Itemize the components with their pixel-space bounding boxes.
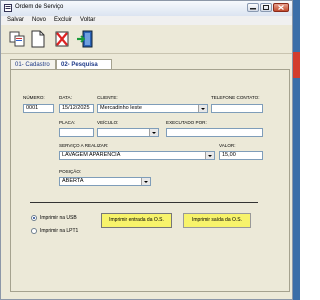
placa-label: PLACA: — [59, 120, 76, 125]
servico-combo[interactable]: LAVAGEM APARÊNCIA — [59, 151, 215, 160]
posicao-label: POSIÇÃO: — [59, 169, 82, 174]
posicao-dropdown-arrow[interactable] — [141, 178, 150, 185]
chevron-down-icon — [144, 180, 148, 183]
menu-salvar[interactable]: Salvar — [7, 16, 24, 25]
chevron-down-icon — [201, 107, 205, 110]
background-shape — [293, 52, 300, 78]
radio-usb-label: Imprimir na USB — [40, 215, 77, 221]
veiculo-combo[interactable] — [97, 128, 159, 137]
menu-bar: Salvar Novo Excluir Voltar — [1, 16, 292, 25]
cliente-combo[interactable]: Mercadinho leste — [97, 104, 208, 113]
executado-label: EXECUTADO POR: — [166, 120, 207, 125]
veiculo-label: VEÍCULO: — [97, 120, 119, 125]
maximize-button[interactable] — [260, 3, 272, 12]
new-document-icon[interactable] — [28, 29, 48, 49]
menu-excluir[interactable]: Excluir — [54, 16, 72, 25]
window-title: Ordem de Serviço — [15, 4, 64, 10]
menu-novo[interactable]: Novo — [32, 16, 46, 25]
close-icon — [278, 5, 284, 10]
toolbar — [1, 25, 292, 54]
radio-usb[interactable] — [31, 215, 37, 221]
cliente-value: Mercadinho leste — [100, 105, 142, 111]
telefone-label: TELEFONE CONTATO: — [211, 95, 260, 100]
tab-panel: NÚMERO: DATA: CLIENTE: TELEFONE CONTATO:… — [10, 69, 290, 292]
placa-field[interactable] — [59, 128, 94, 137]
data-label: DATA: — [59, 95, 72, 100]
exit-icon[interactable] — [75, 29, 95, 49]
close-button[interactable] — [273, 3, 289, 12]
servico-dropdown-arrow[interactable] — [205, 152, 214, 159]
executado-field[interactable] — [166, 128, 263, 137]
numero-field[interactable]: 0001 — [23, 104, 54, 113]
radio-lpt1-label: Imprimir na LPT1 — [40, 228, 79, 234]
servico-label: SERVIÇO A REALIZAR: — [59, 143, 109, 148]
posicao-combo[interactable]: ABERTA — [59, 177, 151, 186]
main-window: Ordem de Serviço Salvar Novo Excluir Vol… — [0, 0, 293, 300]
data-field[interactable]: 15/12/2025 — [59, 104, 94, 113]
valor-field[interactable]: 15,00 — [219, 151, 263, 160]
maximize-icon — [263, 5, 269, 10]
telefone-field[interactable] — [211, 104, 263, 113]
delete-icon[interactable] — [52, 29, 72, 49]
app-icon — [4, 4, 12, 12]
minimize-button[interactable] — [247, 3, 259, 12]
title-bar[interactable]: Ordem de Serviço — [1, 1, 292, 17]
print-entrada-button[interactable]: Imprimir entrada da O.S. — [101, 213, 172, 228]
print-saida-button[interactable]: Imprimir saída da O.S. — [183, 213, 251, 228]
minimize-icon — [250, 8, 256, 10]
valor-label: VALOR: — [219, 143, 236, 148]
servico-value: LAVAGEM APARÊNCIA — [62, 152, 121, 158]
chevron-down-icon — [152, 131, 156, 134]
radio-lpt1[interactable] — [31, 228, 37, 234]
numero-label: NÚMERO: — [23, 95, 45, 100]
cliente-dropdown-arrow[interactable] — [198, 105, 207, 112]
posicao-value: ABERTA — [62, 178, 84, 184]
chevron-down-icon — [208, 154, 212, 157]
veiculo-dropdown-arrow[interactable] — [149, 129, 158, 136]
cliente-label: CLIENTE: — [97, 95, 118, 100]
menu-voltar[interactable]: Voltar — [80, 16, 95, 25]
copy-icon[interactable] — [7, 29, 27, 49]
background-strip — [293, 0, 300, 300]
divider — [30, 202, 258, 203]
